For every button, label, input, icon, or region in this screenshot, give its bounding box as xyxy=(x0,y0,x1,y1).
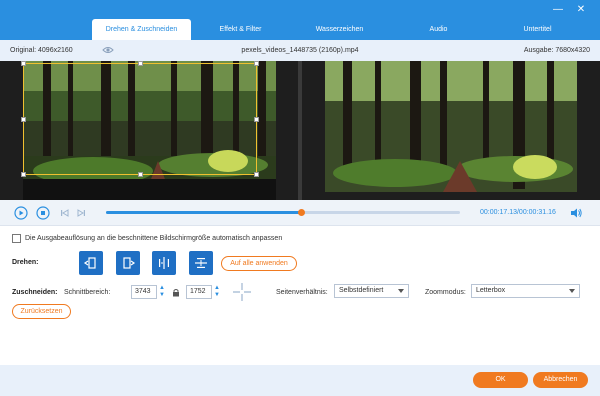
progress-fill xyxy=(106,211,301,214)
crop-handle-bottom[interactable] xyxy=(138,172,143,177)
play-icon[interactable] xyxy=(14,206,28,220)
crop-height-stepper[interactable]: ▲ ▼ xyxy=(213,285,221,299)
tab-watermark[interactable]: Wasserzeichen xyxy=(290,19,389,40)
title-bar: — ✕ Drehen & Zuschneiden Effekt & Filter… xyxy=(0,0,600,40)
chevron-down-icon xyxy=(569,289,575,293)
preview-area xyxy=(0,61,600,200)
flip-vertical-button[interactable] xyxy=(189,251,213,275)
tab-rotate-crop[interactable]: Drehen & Zuschneiden xyxy=(92,19,191,40)
flip-horizontal-icon xyxy=(159,257,169,269)
lock-icon[interactable] xyxy=(172,288,180,297)
output-preview xyxy=(302,61,600,200)
width-decrement-icon[interactable]: ▼ xyxy=(158,292,166,299)
rotate-label: Drehen: xyxy=(12,259,39,266)
next-frame-icon[interactable] xyxy=(74,206,88,220)
tab-subtitle[interactable]: Untertitel xyxy=(488,19,587,40)
auto-fit-label: Die Ausgabeauflösung an die beschnittene… xyxy=(25,235,283,242)
auto-fit-row: Die Ausgabeauflösung an die beschnittene… xyxy=(12,234,282,243)
width-increment-icon[interactable]: ▲ xyxy=(158,285,166,292)
volume-icon[interactable] xyxy=(570,207,582,219)
flip-vertical-icon xyxy=(195,258,207,268)
crop-handle-top-right[interactable] xyxy=(254,61,259,66)
center-crop-icon[interactable] xyxy=(232,282,252,302)
flip-horizontal-button[interactable] xyxy=(152,251,176,275)
minimize-icon[interactable]: — xyxy=(552,4,564,16)
auto-fit-checkbox[interactable] xyxy=(12,234,21,243)
rotate-right-icon xyxy=(123,257,136,269)
aspect-ratio-select[interactable]: Selbstdefiniert xyxy=(334,284,409,298)
crop-frame[interactable] xyxy=(21,61,259,177)
aspect-ratio-value: Selbstdefiniert xyxy=(339,287,384,294)
stop-icon[interactable] xyxy=(36,206,50,220)
height-increment-icon[interactable]: ▲ xyxy=(213,285,221,292)
crop-height-input[interactable]: 1752 xyxy=(186,285,212,299)
progress-slider[interactable] xyxy=(106,209,460,216)
crop-handle-bottom-left[interactable] xyxy=(21,172,26,177)
footer-bar: OK Abbrechen xyxy=(0,365,600,396)
info-bar: Original: 4096x2160 pexels_videos_144873… xyxy=(0,40,600,61)
crop-handle-right[interactable] xyxy=(254,117,259,122)
playback-bar: 00:00:17.13/00:00:31.16 xyxy=(0,200,600,226)
crop-handle-top[interactable] xyxy=(138,61,143,66)
height-decrement-icon[interactable]: ▼ xyxy=(213,292,221,299)
crop-width-stepper[interactable]: ▲ ▼ xyxy=(158,285,166,299)
output-resolution: Ausgabe: 7680x4320 xyxy=(523,47,590,54)
zoom-mode-label: Zoommodus: xyxy=(425,289,466,296)
progress-knob[interactable] xyxy=(297,209,305,216)
crop-handle-top-left[interactable] xyxy=(21,61,26,66)
output-video-frame xyxy=(325,61,577,192)
previous-frame-icon[interactable] xyxy=(58,206,72,220)
crop-area-label: Schnittbereich: xyxy=(64,289,111,296)
tab-effect-filter[interactable]: Effekt & Filter xyxy=(191,19,290,40)
file-name: pexels_videos_1448735 (2160p).mp4 xyxy=(241,47,359,54)
crop-label: Zuschneiden: xyxy=(12,289,58,296)
crop-width-input[interactable]: 3743 xyxy=(131,285,157,299)
cancel-button[interactable]: Abbrechen xyxy=(533,372,588,388)
apply-to-all-button[interactable]: Auf alle anwenden xyxy=(221,256,297,271)
zoom-mode-value: Letterbox xyxy=(476,287,506,294)
rotate-right-button[interactable] xyxy=(116,251,140,275)
tab-bar: Drehen & Zuschneiden Effekt & Filter Was… xyxy=(92,19,587,40)
aspect-ratio-label: Seitenverhältnis: xyxy=(276,289,328,296)
chevron-down-icon xyxy=(398,289,404,293)
rotate-left-icon xyxy=(83,257,96,269)
reset-button[interactable]: Zurücksetzen xyxy=(12,304,71,319)
time-display: 00:00:17.13/00:00:31.16 xyxy=(480,209,556,216)
ok-button[interactable]: OK xyxy=(473,372,528,388)
crop-handle-bottom-right[interactable] xyxy=(254,172,259,177)
source-preview xyxy=(0,61,298,200)
close-icon[interactable]: ✕ xyxy=(575,4,587,16)
crop-handle-left[interactable] xyxy=(21,117,26,122)
zoom-mode-select[interactable]: Letterbox xyxy=(471,284,580,298)
rotate-left-button[interactable] xyxy=(79,251,103,275)
tab-audio[interactable]: Audio xyxy=(389,19,488,40)
